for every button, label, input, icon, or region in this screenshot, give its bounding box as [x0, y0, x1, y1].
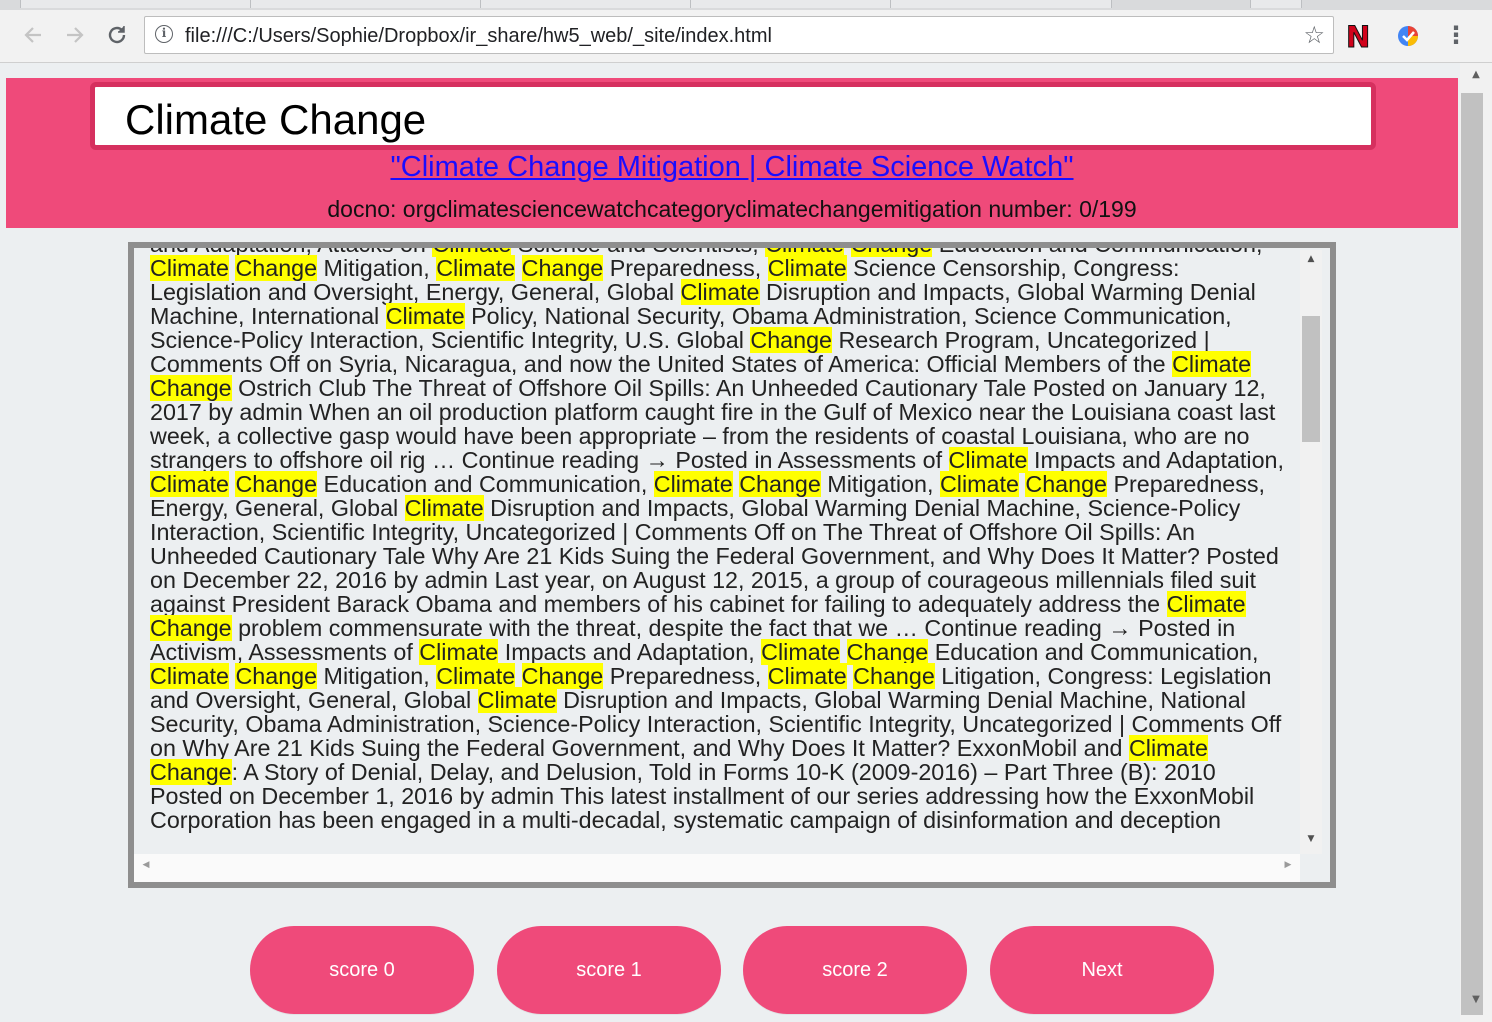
highlighted-term: Change: [846, 639, 929, 665]
highlighted-term: Climate: [436, 663, 516, 689]
result-header: Climate Change "Climate Change Mitigatio…: [6, 78, 1458, 228]
highlighted-term: Climate: [385, 303, 465, 329]
highlighted-term: Change: [739, 471, 821, 497]
scroll-left-arrow-icon[interactable]: ◀: [138, 860, 154, 876]
scroll-down-arrow-icon[interactable]: ▼: [1300, 834, 1322, 850]
browser-tab[interactable]: [690, 0, 892, 8]
highlighted-term: Change: [521, 255, 604, 281]
tab-strip: [0, 0, 1492, 10]
highlighted-term: Climate: [1166, 591, 1246, 617]
document-title-link[interactable]: "Climate Change Mitigation | Climate Sci…: [6, 151, 1458, 184]
highlighted-term: Climate: [419, 639, 499, 665]
scroll-up-arrow-icon[interactable]: ▲: [1300, 254, 1322, 270]
highlighted-term: Climate: [761, 639, 841, 665]
highlighted-term: Climate: [1128, 735, 1208, 761]
highlighted-term: Change: [1025, 471, 1108, 497]
highlighted-term: Change: [850, 248, 933, 257]
highlighted-term: Climate: [436, 255, 516, 281]
highlighted-term: Change: [150, 759, 232, 785]
highlighted-term: Climate: [150, 471, 229, 497]
more-vert-icon[interactable]: ⋮: [1442, 22, 1470, 50]
highlighted-term: Climate: [477, 687, 557, 713]
highlighted-term: Change: [150, 375, 232, 401]
document-viewport[interactable]: and Adaptation, Attacks on Climate Scien…: [134, 248, 1330, 882]
highlighted-term: Climate: [948, 447, 1028, 473]
address-bar[interactable]: i file:///C:/Users/Sophie/Dropbox/ir_sha…: [144, 16, 1334, 54]
highlighted-term: Climate: [767, 663, 847, 689]
document-horizontal-scrollbar[interactable]: ◀ ▶: [134, 854, 1300, 882]
browser-tab[interactable]: [20, 0, 252, 8]
back-arrow-icon[interactable]: [18, 20, 48, 50]
highlighted-term: Change: [853, 663, 935, 689]
scroll-up-arrow-icon[interactable]: ▲: [1460, 69, 1492, 89]
page-scroll-thumb[interactable]: [1461, 93, 1483, 1015]
score-2-button[interactable]: score 2: [743, 926, 967, 1014]
score-1-button[interactable]: score 1: [497, 926, 721, 1014]
extension-n-icon[interactable]: N: [1346, 22, 1374, 53]
scroll-right-arrow-icon[interactable]: ▶: [1280, 860, 1296, 876]
highlighted-term: Climate: [404, 495, 484, 521]
highlighted-term: Change: [235, 663, 318, 689]
document-scroll-thumb[interactable]: [1302, 316, 1320, 442]
browser-toolbar: i file:///C:/Users/Sophie/Dropbox/ir_sha…: [0, 10, 1492, 63]
star-icon[interactable]: ☆: [1303, 21, 1325, 49]
document-frame: and Adaptation, Attacks on Climate Scien…: [128, 242, 1336, 888]
extension-color-icon[interactable]: [1396, 24, 1420, 48]
document-meta: docno: orgclimatesciencewatchcategorycli…: [327, 196, 1137, 222]
next-button[interactable]: Next: [990, 926, 1214, 1014]
highlighted-term: Climate: [767, 255, 847, 281]
info-icon[interactable]: i: [155, 25, 173, 43]
forward-arrow-icon[interactable]: [60, 20, 90, 50]
url-text[interactable]: file:///C:/Users/Sophie/Dropbox/ir_share…: [185, 25, 772, 48]
scroll-down-arrow-icon[interactable]: ▼: [1460, 994, 1492, 1014]
query-box: Climate Change: [90, 82, 1376, 150]
highlighted-term: Climate: [680, 279, 760, 305]
highlighted-term: Climate: [939, 471, 1019, 497]
page-scrollbar[interactable]: ▲ ▼: [1460, 63, 1492, 1022]
highlighted-term: Climate: [1172, 351, 1252, 377]
browser-tab[interactable]: [890, 0, 1112, 8]
document-text: and Adaptation, Attacks on Climate Scien…: [150, 248, 1290, 832]
highlighted-term: Change: [750, 327, 832, 353]
browser-tab[interactable]: [250, 0, 482, 8]
highlighted-term: Climate: [653, 471, 733, 497]
highlighted-term: Climate: [150, 255, 229, 281]
highlighted-term: Change: [235, 255, 318, 281]
browser-tab[interactable]: [480, 0, 692, 8]
new-tab-button[interactable]: [1250, 0, 1302, 8]
highlighted-term: Change: [235, 471, 318, 497]
highlighted-term: Climate: [150, 663, 229, 689]
highlighted-term: Change: [150, 615, 232, 641]
score-0-button[interactable]: score 0: [250, 926, 474, 1014]
highlighted-term: Change: [521, 663, 604, 689]
reload-icon[interactable]: [102, 20, 132, 50]
query-text: Climate Change: [125, 96, 427, 143]
document-vertical-scrollbar[interactable]: ▲ ▼: [1300, 250, 1322, 854]
